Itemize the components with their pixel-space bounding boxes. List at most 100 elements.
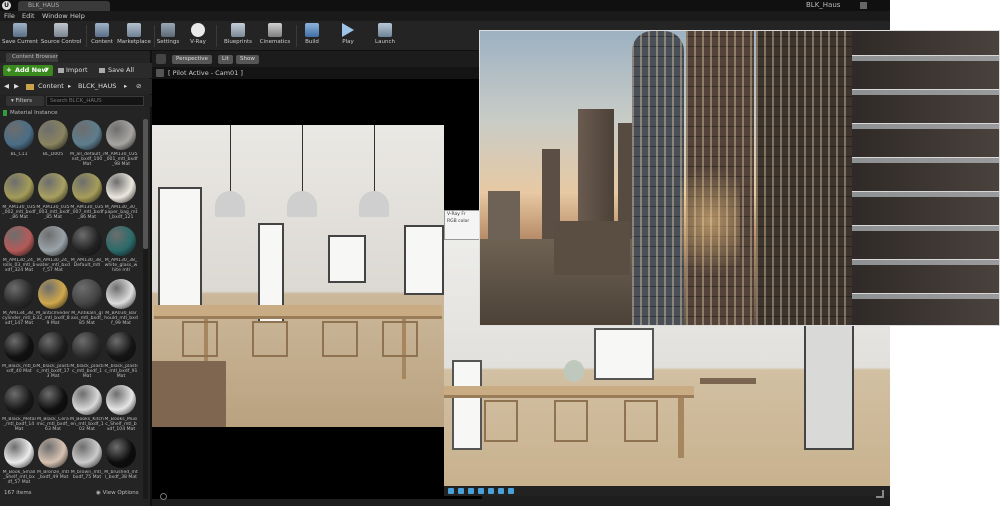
source-control-button[interactable]: Source Control: [40, 23, 82, 50]
asset-tile[interactable]: M_anticmieder32_mtl_bxdf_89 Mat: [36, 278, 70, 331]
content-browser-actions: + Add New ▼ Import Save All: [0, 63, 152, 78]
material-thumbnail: [106, 120, 136, 150]
asset-name: M_Books_Kitchen_mtl_bxdf_102 Mat: [70, 417, 104, 433]
asset-tile[interactable]: M_AM130_24_rolls_03_mtl_bxdf_324 Mat: [2, 225, 36, 278]
menu-window[interactable]: Window: [42, 11, 68, 21]
bench: [700, 378, 756, 384]
asset-tile[interactable]: M_black_plastic_mtl_bxdf_1 Mat: [70, 331, 104, 384]
asset-tile[interactable]: M_Antikaln_glass_mtl_bxdf_85 Mat: [70, 278, 104, 331]
view-options-button[interactable]: ◉ View Options: [96, 487, 139, 499]
level-viewport[interactable]: [152, 79, 482, 500]
window-control-icon[interactable]: [860, 2, 867, 9]
lit-button[interactable]: Lit: [218, 55, 233, 64]
menu-edit[interactable]: Edit: [22, 11, 35, 21]
build-button[interactable]: Build: [300, 23, 324, 50]
asset-tile[interactable]: M_AM134_38_cylinder_mtl_bxdf_147 Mat: [2, 278, 36, 331]
asset-tile[interactable]: M_Black_Metal_mtl_bxdf_14 Mat: [2, 384, 36, 437]
asset-name: M_anticmieder32_mtl_bxdf_89 Mat: [36, 311, 70, 327]
asset-tile[interactable]: M_black_plastic_mtl_bxdf_173 Mat: [36, 331, 70, 384]
asset-tile[interactable]: M_AM130_38_white_glass_white mtl: [104, 225, 138, 278]
asset-tile[interactable]: M_all_default_inst_bxdf_100 Mat: [70, 119, 104, 172]
launch-button[interactable]: Launch: [372, 23, 398, 50]
import-button[interactable]: Import: [57, 65, 95, 76]
asset-tile[interactable]: M_AM130_035_002_mtl_bxdf_86 Mat: [2, 172, 36, 225]
asset-scrollbar[interactable]: [143, 119, 148, 499]
material-thumbnail: [106, 279, 136, 309]
chair: [624, 400, 658, 442]
render-tool-icon[interactable]: [478, 488, 484, 494]
chair: [252, 321, 288, 357]
menu-file[interactable]: File: [4, 11, 15, 21]
blueprints-button[interactable]: Blueprints: [222, 23, 254, 50]
asset-tile[interactable]: M_Bronze_mtl_bxdf_49 Mat: [36, 437, 70, 490]
asset-tile[interactable]: M_Black_mtl_bxdf_40 Mat: [2, 331, 36, 384]
asset-tile[interactable]: M_AM130_035_003_mtl_bxdf_85 Mat: [36, 172, 70, 225]
add-new-button[interactable]: + Add New ▼: [3, 65, 53, 76]
save-current-button[interactable]: Save Current: [2, 23, 38, 50]
camera-icon[interactable]: [156, 69, 164, 77]
content-button[interactable]: Content: [88, 23, 116, 50]
material-thumbnail: [106, 438, 136, 468]
asset-tile[interactable]: BL_D005: [36, 119, 70, 172]
launch-icon: [378, 23, 392, 37]
dining-table: [154, 305, 442, 319]
perspective-button[interactable]: Perspective: [172, 55, 212, 64]
level-tab[interactable]: BLK_HAUS: [18, 1, 110, 11]
skyscraper-photo: [479, 30, 1000, 326]
breadcrumb-content[interactable]: Content: [38, 79, 64, 94]
blueprints-icon: [231, 23, 245, 37]
asset-tile[interactable]: M_brown_mtl_bxdf_75 Mat: [70, 437, 104, 490]
pilot-bar: [ Pilot Active - Cam01 ]: [152, 67, 482, 79]
filters-button[interactable]: ▾ Filters: [6, 96, 44, 106]
material-thumbnail: [4, 173, 34, 203]
asset-name: M_AM130_035_007_mtl_bxdf_86 Mat: [70, 205, 104, 221]
render-tool-icon[interactable]: [498, 488, 504, 494]
asset-tile[interactable]: M_BA030_Barhould_mtl_bxdf_99 Mat: [104, 278, 138, 331]
breadcrumb-current[interactable]: BLCK_HAUS: [78, 79, 116, 94]
balcony: [852, 293, 999, 299]
menu-help[interactable]: Help: [70, 11, 85, 21]
asset-tile[interactable]: M_AM130_38_Default_mtl: [70, 225, 104, 278]
asset-tile[interactable]: M_AM130_035_007_mtl_bxdf_86 Mat: [70, 172, 104, 225]
asset-tile[interactable]: BL_C11: [2, 119, 36, 172]
scrollbar-thumb[interactable]: [143, 119, 148, 249]
save-all-button[interactable]: Save All: [98, 65, 148, 76]
asset-tile[interactable]: M_Book_Small_Shelf_mtl_bxdf_57 Mat: [2, 437, 36, 490]
marketplace-button[interactable]: Marketplace: [116, 23, 152, 50]
render-tool-icon[interactable]: [468, 488, 474, 494]
asset-tile[interactable]: M_AM130_30_paper_bag_mtl_bxdf_121: [104, 172, 138, 225]
asset-tile[interactable]: M_Books_Music_Shelf_mtl_bxdf_104 Mat: [104, 384, 138, 437]
save-icon: [13, 23, 27, 37]
material-thumbnail: [4, 438, 34, 468]
breadcrumb: ◀ ▶ Content ▸ BLCK_HAUS ▸ ⊘: [0, 79, 152, 94]
search-input[interactable]: [46, 96, 144, 106]
settings-button[interactable]: Settings: [156, 23, 180, 50]
viewport-menu-icon[interactable]: [156, 54, 166, 64]
asset-tile[interactable]: M_brushed_mtl_bxdf_38 Mat: [104, 437, 138, 490]
play-button[interactable]: Play: [336, 23, 360, 50]
resize-handle-icon[interactable]: [876, 490, 884, 498]
asset-tile[interactable]: M_Books_Kitchen_mtl_bxdf_102 Mat: [70, 384, 104, 437]
asset-tile[interactable]: M_AM130_24_water_mtl_bxdf_57 Mat: [36, 225, 70, 278]
content-browser-tab[interactable]: Content Browser: [6, 53, 58, 62]
asset-tile[interactable]: M_Black_Ceramic_mtl_bxdf_63 Mat: [36, 384, 70, 437]
render-tool-icon[interactable]: [488, 488, 494, 494]
show-button[interactable]: Show: [236, 55, 259, 64]
asset-tile[interactable]: M_black_plastic_mtl_bxdf_91 Mat: [104, 331, 138, 384]
back-icon[interactable]: ◀: [4, 79, 9, 94]
vray-button[interactable]: V-Ray: [186, 23, 210, 50]
lamp-cord: [374, 125, 375, 193]
material-thumbnail: [72, 438, 102, 468]
save-all-icon: [99, 68, 105, 73]
render-tool-icon[interactable]: [508, 488, 514, 494]
balcony: [852, 191, 999, 197]
forward-icon[interactable]: ▶: [14, 79, 19, 94]
cinematics-button[interactable]: Cinematics: [258, 23, 292, 50]
viewport-status-icon[interactable]: [160, 493, 167, 500]
render-tool-icon[interactable]: [448, 488, 454, 494]
lock-icon[interactable]: ⊘: [136, 79, 141, 94]
render-tool-icon[interactable]: [458, 488, 464, 494]
vray-color-panel[interactable]: V-Ray Fr RGB color: [444, 210, 480, 240]
asset-tile[interactable]: M_AM130_035_001_mtl_bxdf_98 Mat: [104, 119, 138, 172]
breadcrumb-arrow-icon[interactable]: ▸: [124, 79, 127, 94]
